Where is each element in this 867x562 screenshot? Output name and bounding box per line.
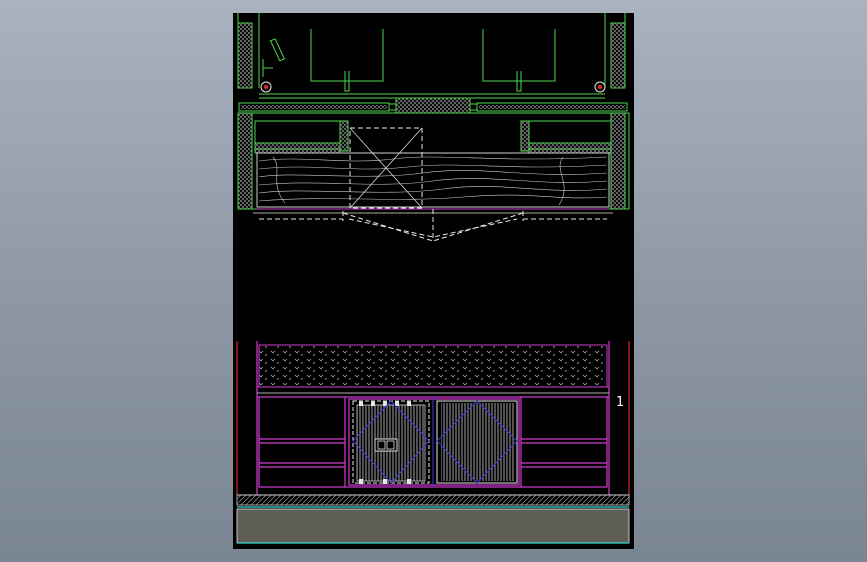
cad-viewport[interactable]: 1 [0,0,867,562]
left-wall [237,22,253,89]
right-shelving [520,397,607,487]
bottom-section: 1 [236,341,630,544]
right-wall [610,22,626,89]
insulation-band [258,344,608,388]
top-section [237,13,630,242]
floor-slab [236,508,630,544]
right-hanging-fixture [482,29,556,82]
center-beam [395,97,471,114]
section-label: 1 [616,395,624,410]
drawing-sheet[interactable]: 1 [233,13,634,549]
left-diagonal-fixture [269,38,286,62]
cad-drawing-svg: 1 [236,13,630,544]
left-hanging-fixture [310,29,384,82]
left-shelving [259,397,346,487]
door-swing-lines [259,209,607,242]
floor-hatch [236,494,630,506]
